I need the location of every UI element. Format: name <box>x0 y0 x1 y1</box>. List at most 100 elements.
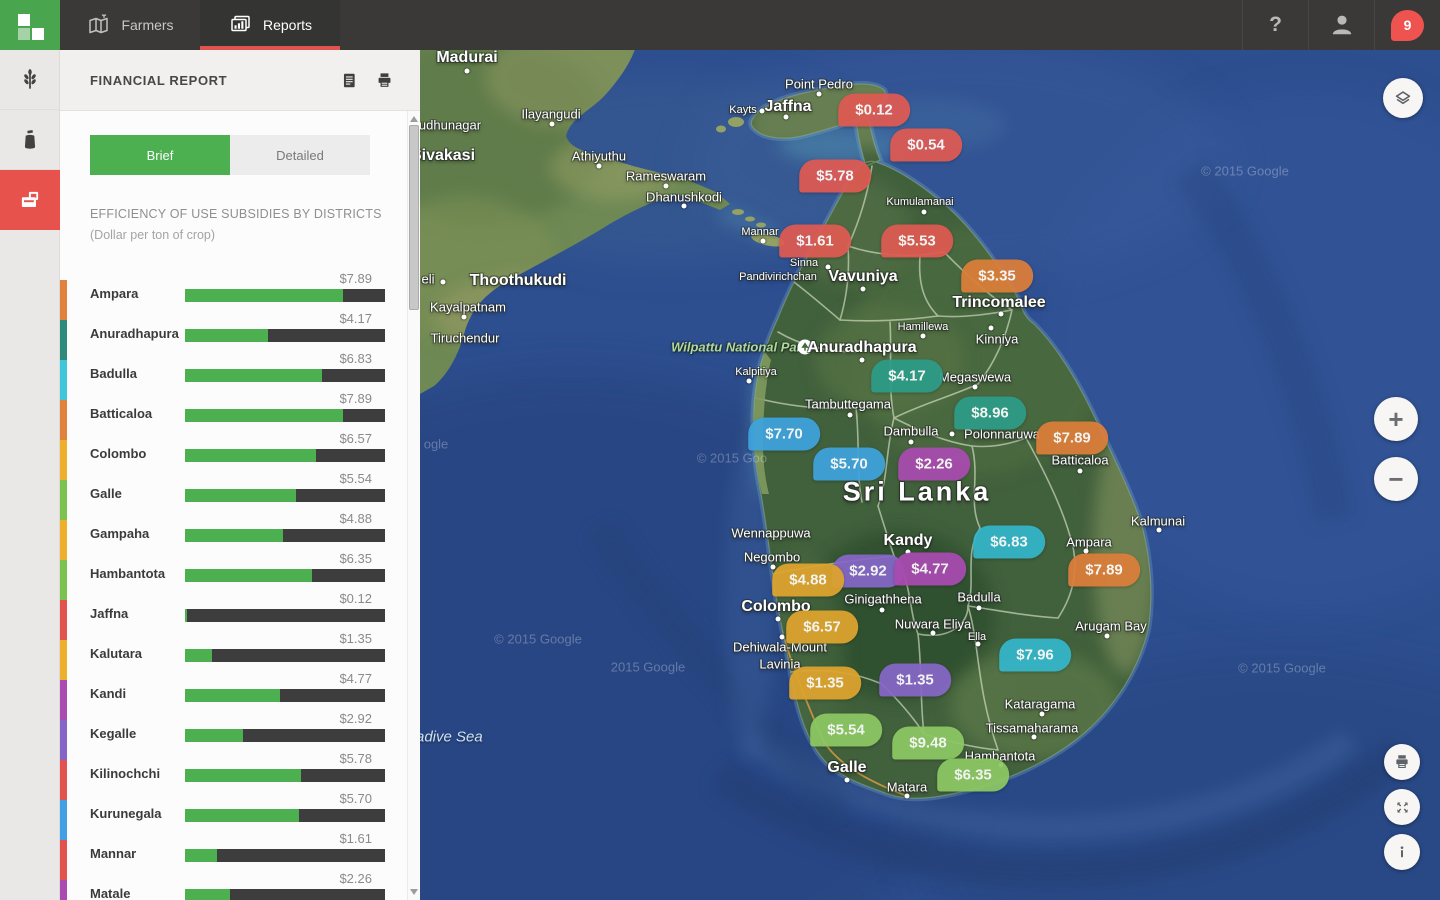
map-value-badge[interactable]: $4.17 <box>871 360 943 393</box>
app-logo-icon <box>0 0 60 50</box>
zoom-in-icon: + <box>1388 404 1403 435</box>
info-button[interactable] <box>1384 834 1420 870</box>
map-value-badge[interactable]: $7.70 <box>748 418 820 451</box>
district-value: $6.83 <box>339 351 372 366</box>
map-value-badge[interactable]: $6.57 <box>786 611 858 644</box>
map-value-badge[interactable]: $0.12 <box>838 94 910 127</box>
district-name: Gampaha <box>90 526 149 541</box>
farmers-book-icon <box>86 13 111 37</box>
map-value-badge[interactable]: $8.96 <box>954 397 1026 430</box>
user-button[interactable] <box>1308 0 1374 50</box>
fullscreen-button[interactable] <box>1384 789 1420 825</box>
district-value: $7.89 <box>339 271 372 286</box>
district-bar <box>185 889 385 900</box>
icon-sidebar <box>0 50 60 900</box>
map-value-badge[interactable]: $7.89 <box>1068 554 1140 587</box>
map-value-badge[interactable]: $5.54 <box>810 714 882 747</box>
district-row: $1.61Mannar <box>60 830 407 870</box>
layers-icon <box>1392 87 1414 109</box>
map-value-badge[interactable]: $5.70 <box>813 448 885 481</box>
district-bar <box>185 649 385 662</box>
district-row: $5.54Galle <box>60 470 407 510</box>
sidebar-item-supplies[interactable] <box>0 110 60 170</box>
sidebar-item-crops[interactable] <box>0 50 60 110</box>
district-row: $2.92Kegalle <box>60 710 407 750</box>
brief-toggle-button[interactable]: Brief <box>90 135 230 175</box>
district-value: $1.35 <box>339 631 372 646</box>
map-value-badge[interactable]: $5.53 <box>881 225 953 258</box>
district-bar-fill <box>185 609 187 622</box>
map-value-badge[interactable]: $6.83 <box>973 526 1045 559</box>
briefcase-report-icon <box>17 187 43 213</box>
district-bar-fill <box>185 689 280 702</box>
map-value-badge[interactable]: $4.88 <box>772 564 844 597</box>
district-bar <box>185 849 385 862</box>
district-bar-fill <box>185 849 217 862</box>
user-icon <box>1329 12 1355 38</box>
district-name: Kilinochchi <box>90 766 160 781</box>
district-bar-fill <box>185 809 299 822</box>
district-row: $6.83Badulla <box>60 350 407 390</box>
map-value-badge[interactable]: $2.26 <box>898 448 970 481</box>
district-name: Mannar <box>90 846 136 861</box>
reports-chart-icon <box>228 13 253 37</box>
district-row: $7.89 Ampara <box>60 270 407 310</box>
map-value-badge[interactable]: $6.35 <box>937 759 1009 792</box>
map-value-badge[interactable]: $4.77 <box>894 553 966 586</box>
map-area[interactable]: Wilpattu National Park adive Sea Madurai… <box>420 50 1440 900</box>
district-bar-fill <box>185 729 243 742</box>
district-row: $7.89Batticaloa <box>60 390 407 430</box>
layers-button[interactable] <box>1383 78 1423 118</box>
sidebar-item-reports[interactable] <box>0 170 60 230</box>
tab-farmers[interactable]: Farmers <box>60 0 200 50</box>
tab-reports[interactable]: Reports <box>200 0 340 50</box>
detailed-toggle-button[interactable]: Detailed <box>230 135 370 175</box>
district-bar-fill <box>185 329 268 342</box>
scroll-up-arrow[interactable] <box>410 116 418 122</box>
section-subtitle: (Dollar per ton of crop) <box>90 228 215 242</box>
map-value-badge[interactable]: $1.35 <box>789 667 861 700</box>
district-value: $5.70 <box>339 791 372 806</box>
app-logo[interactable] <box>0 0 60 50</box>
district-value: $0.12 <box>339 591 372 606</box>
map-badge-layer: $0.12$0.54 $5.78 $1.61 $5.53$3.35 $4.17 $8.96… <box>420 50 1440 900</box>
district-row: $4.77Kandi <box>60 670 407 710</box>
district-bar-fill <box>185 449 316 462</box>
map-value-badge[interactable]: $7.89 <box>1036 422 1108 455</box>
top-bar: Farmers Reports ? <box>0 0 1440 50</box>
map-value-badge[interactable]: $1.61 <box>779 225 851 258</box>
sack-icon <box>17 127 43 153</box>
notifications-button[interactable]: 9 <box>1374 0 1440 50</box>
district-name: Ampara <box>90 286 138 301</box>
district-value: $5.54 <box>339 471 372 486</box>
map-value-badge[interactable]: $3.35 <box>961 260 1033 293</box>
map-value-badge[interactable]: $7.96 <box>999 639 1071 672</box>
district-value: $6.57 <box>339 431 372 446</box>
scroll-down-arrow[interactable] <box>410 889 418 895</box>
tab-reports-label: Reports <box>263 17 312 33</box>
map-value-badge[interactable]: $1.35 <box>879 664 951 697</box>
map-value-badge[interactable]: $0.54 <box>890 129 962 162</box>
map-value-badge[interactable]: $5.78 <box>799 160 871 193</box>
zoom-in-button[interactable]: + <box>1374 397 1418 441</box>
district-name: Hambantota <box>90 566 165 581</box>
district-row: $5.70Kurunegala <box>60 790 407 830</box>
zoom-out-button[interactable]: − <box>1374 457 1418 501</box>
scrollbar-thumb[interactable] <box>409 125 419 310</box>
district-bar-fill <box>185 569 312 582</box>
district-name: Anuradhapura <box>90 326 179 341</box>
district-name: Matale <box>90 886 130 900</box>
print-icon[interactable] <box>375 71 394 90</box>
notification-badge: 9 <box>1391 10 1424 41</box>
district-bar <box>185 449 385 462</box>
district-bar-fill <box>185 529 283 542</box>
map-value-badge[interactable]: $9.48 <box>892 727 964 760</box>
help-button[interactable]: ? <box>1242 0 1308 50</box>
district-row: $6.57Colombo <box>60 430 407 470</box>
map-print-button[interactable] <box>1384 744 1420 780</box>
district-bar-fill <box>185 409 343 422</box>
document-list-icon[interactable] <box>340 71 359 90</box>
district-bar <box>185 489 385 502</box>
district-value: $6.35 <box>339 551 372 566</box>
panel-scrollbar[interactable] <box>407 111 420 900</box>
